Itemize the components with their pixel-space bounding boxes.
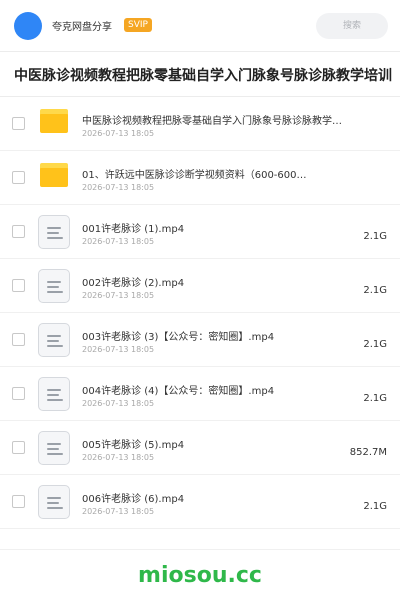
- document-icon: [38, 323, 70, 357]
- list-item[interactable]: 002许老脉诊 (2).mp4 2026-07-13 18:05 2.1G: [0, 259, 400, 313]
- file-size: 2.1G: [363, 231, 387, 242]
- file-list: 中医脉诊视频教程把脉零基础自学入门脉象号脉诊脉教学… 2026-07-13 18…: [0, 97, 400, 529]
- list-item[interactable]: 001许老脉诊 (1).mp4 2026-07-13 18:05 2.1G: [0, 205, 400, 259]
- select-checkbox[interactable]: [12, 441, 25, 454]
- file-size: 852.7M: [349, 447, 387, 458]
- select-checkbox[interactable]: [12, 225, 25, 238]
- file-name: 01、许跃远中医脉诊诊断学视频资料（600-600…: [82, 170, 307, 181]
- watermark: miosou.cc: [138, 563, 262, 588]
- page-title: 中医脉诊视频教程把脉零基础自学入门脉象号脉诊脉教学培训: [14, 68, 392, 84]
- search-input[interactable]: 搜索: [316, 13, 388, 39]
- file-date: 2026-07-13 18:05: [82, 345, 155, 354]
- select-checkbox[interactable]: [12, 333, 25, 346]
- file-name: 002许老脉诊 (2).mp4: [82, 278, 185, 289]
- share-owner-name: 夸克网盘分享: [52, 22, 112, 33]
- document-icon: [38, 377, 70, 411]
- avatar[interactable]: [14, 12, 42, 40]
- file-name: 中医脉诊视频教程把脉零基础自学入门脉象号脉诊脉教学…: [82, 116, 342, 127]
- select-checkbox[interactable]: [12, 171, 25, 184]
- folder-icon: [40, 163, 68, 187]
- file-name: 006许老脉诊 (6).mp4: [82, 494, 185, 505]
- file-name: 004许老脉诊 (4)【公众号：密知圈】.mp4: [82, 386, 275, 397]
- file-date: 2026-07-13 18:05: [82, 237, 155, 246]
- file-size: 2.1G: [363, 285, 387, 296]
- file-name: 003许老脉诊 (3)【公众号：密知圈】.mp4: [82, 332, 275, 343]
- list-item[interactable]: 中医脉诊视频教程把脉零基础自学入门脉象号脉诊脉教学… 2026-07-13 18…: [0, 97, 400, 151]
- document-icon: [38, 485, 70, 519]
- document-icon: [38, 431, 70, 465]
- select-checkbox[interactable]: [12, 117, 25, 130]
- file-date: 2026-07-13 18:05: [82, 129, 155, 138]
- list-item[interactable]: 003许老脉诊 (3)【公众号：密知圈】.mp4 2026-07-13 18:0…: [0, 313, 400, 367]
- file-name: 001许老脉诊 (1).mp4: [82, 224, 185, 235]
- list-item[interactable]: 004许老脉诊 (4)【公众号：密知圈】.mp4 2026-07-13 18:0…: [0, 367, 400, 421]
- list-item[interactable]: 01、许跃远中医脉诊诊断学视频资料（600-600… 2026-07-13 18…: [0, 151, 400, 205]
- file-name: 005许老脉诊 (5).mp4: [82, 440, 185, 451]
- file-date: 2026-07-13 18:05: [82, 399, 155, 408]
- file-date: 2026-07-13 18:05: [82, 291, 155, 300]
- divider: [0, 549, 400, 550]
- select-checkbox[interactable]: [12, 387, 25, 400]
- document-icon: [38, 215, 70, 249]
- file-date: 2026-07-13 18:05: [82, 453, 155, 462]
- file-date: 2026-07-13 18:05: [82, 183, 155, 192]
- list-item[interactable]: 005许老脉诊 (5).mp4 2026-07-13 18:05 852.7M: [0, 421, 400, 475]
- select-checkbox[interactable]: [12, 495, 25, 508]
- svip-badge: SVIP: [124, 18, 152, 32]
- folder-icon: [40, 109, 68, 133]
- file-size: 2.1G: [363, 339, 387, 350]
- select-checkbox[interactable]: [12, 279, 25, 292]
- list-item[interactable]: 006许老脉诊 (6).mp4 2026-07-13 18:05 2.1G: [0, 475, 400, 529]
- document-icon: [38, 269, 70, 303]
- share-page: 夸克网盘分享 SVIP 搜索 中医脉诊视频教程把脉零基础自学入门脉象号脉诊脉教学…: [0, 0, 400, 600]
- file-size: 2.1G: [363, 393, 387, 404]
- file-date: 2026-07-13 18:05: [82, 507, 155, 516]
- header: 夸克网盘分享 SVIP 搜索: [0, 0, 400, 52]
- file-size: 2.1G: [363, 501, 387, 512]
